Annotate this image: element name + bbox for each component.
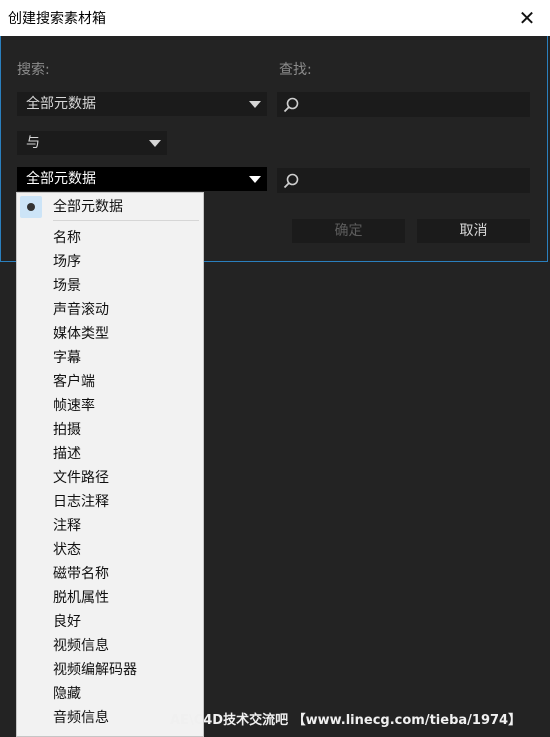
ok-button[interactable]: 确定 — [292, 219, 405, 243]
cancel-button[interactable]: 取消 — [417, 219, 530, 243]
close-icon[interactable]: ✕ — [512, 4, 542, 32]
dropdown-item[interactable]: 字幕 — [17, 346, 203, 370]
window-title: 创建搜索素材箱 — [8, 11, 106, 27]
select-value: 全部元数据 — [26, 96, 96, 112]
dropdown-item[interactable]: 描述 — [17, 442, 203, 466]
dropdown-item-label: 帧速率 — [53, 398, 95, 414]
dropdown-item-label: 描述 — [53, 446, 81, 462]
search-icon — [283, 173, 299, 189]
dropdown-item[interactable]: 视频编解码器 — [17, 658, 203, 682]
operator-select[interactable]: 与 — [17, 131, 167, 155]
dropdown-item-label: 日志注释 — [53, 494, 109, 510]
dropdown-item[interactable]: 场序 — [17, 250, 203, 274]
dropdown-item[interactable]: 媒体类型 — [17, 322, 203, 346]
dropdown-item[interactable]: 良好 — [17, 610, 203, 634]
dropdown-item-label: 文件路径 — [53, 470, 109, 486]
dropdown-item-label: 声音滚动 — [53, 302, 109, 318]
search-label: 搜索: — [17, 62, 50, 78]
find-label: 查找: — [279, 62, 312, 78]
dropdown-item-label: 视频信息 — [53, 638, 109, 654]
dropdown-item-label: 媒体类型 — [53, 326, 109, 342]
dropdown-item-label: 良好 — [53, 614, 81, 630]
find-input-2[interactable] — [277, 168, 530, 193]
dropdown-item-label: 状态 — [53, 542, 81, 558]
dropdown-item-label: 场序 — [53, 254, 81, 270]
dropdown-item[interactable]: 注释 — [17, 514, 203, 538]
watermark: AE\C4D技术交流吧 【www.linecg.com/tieba/1974】 — [170, 713, 522, 728]
menu-separator — [53, 220, 199, 221]
dropdown-item-label: 音频信息 — [53, 710, 109, 726]
dropdown-item[interactable]: 客户端 — [17, 370, 203, 394]
dropdown-item[interactable]: 视频信息 — [17, 634, 203, 658]
title-bar: 创建搜索素材箱 ✕ — [0, 0, 550, 36]
dropdown-item[interactable]: 日志注释 — [17, 490, 203, 514]
find-input-1[interactable] — [277, 92, 530, 117]
dropdown-item[interactable]: 状态 — [17, 538, 203, 562]
dropdown-item-label: 全部元数据 — [53, 199, 123, 215]
dropdown-item[interactable]: 文件路径 — [17, 466, 203, 490]
select-value: 全部元数据 — [26, 171, 96, 187]
metadata-dropdown-menu: 全部元数据 名称场序场景声音滚动媒体类型字幕客户端帧速率拍摄描述文件路径日志注释… — [16, 192, 204, 737]
dropdown-item[interactable]: 名称 — [17, 226, 203, 250]
selected-indicator — [20, 196, 42, 218]
dropdown-item-label: 视频编解码器 — [53, 662, 137, 678]
dropdown-item-label: 脱机属性 — [53, 590, 109, 606]
dropdown-item[interactable]: 场景 — [17, 274, 203, 298]
metadata-field-select-2[interactable]: 全部元数据 — [17, 167, 267, 191]
chevron-down-icon — [249, 176, 261, 183]
dropdown-item-label: 客户端 — [53, 374, 95, 390]
dropdown-item[interactable]: 脱机属性 — [17, 586, 203, 610]
dropdown-item-label: 隐藏 — [53, 686, 81, 702]
dropdown-item-label: 场景 — [53, 278, 81, 294]
dropdown-item-label: 磁带名称 — [53, 566, 109, 582]
operator-value: 与 — [26, 135, 40, 151]
chevron-down-icon — [249, 101, 261, 108]
dropdown-item-label: 字幕 — [53, 350, 81, 366]
dropdown-item-all-metadata[interactable]: 全部元数据 — [17, 195, 203, 219]
chevron-down-icon — [149, 140, 161, 147]
dropdown-item-label: 名称 — [53, 230, 81, 246]
dropdown-item[interactable]: 拍摄 — [17, 418, 203, 442]
dropdown-item[interactable]: 隐藏 — [17, 682, 203, 706]
search-icon — [283, 97, 299, 113]
dropdown-item[interactable]: 声音滚动 — [17, 298, 203, 322]
dropdown-item-label: 注释 — [53, 518, 81, 534]
dropdown-item[interactable]: 磁带名称 — [17, 562, 203, 586]
dropdown-item-label: 拍摄 — [53, 422, 81, 438]
dropdown-item[interactable]: 帧速率 — [17, 394, 203, 418]
metadata-field-select-1[interactable]: 全部元数据 — [17, 92, 267, 116]
radio-dot-icon — [27, 203, 35, 211]
